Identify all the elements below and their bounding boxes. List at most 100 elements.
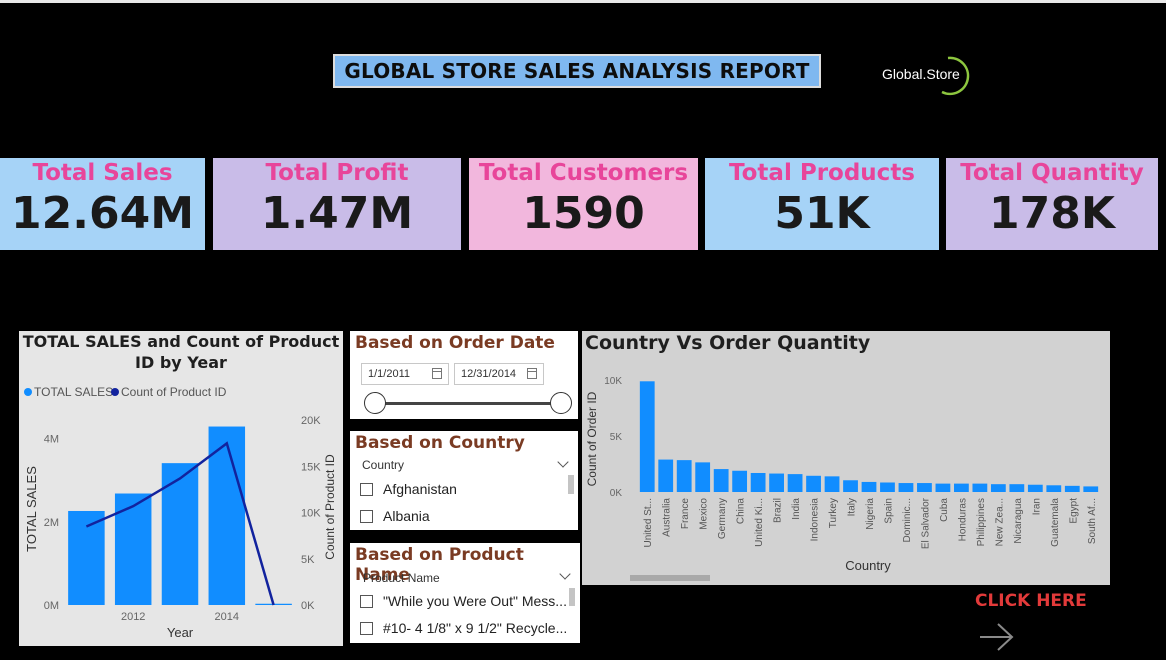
x-tick-label: Mexico [699, 498, 710, 530]
legend-label: TOTAL SALES [34, 385, 113, 399]
y-axis-title: Count of Order ID [585, 391, 599, 486]
x-tick-label: Australia [662, 498, 673, 537]
calendar-icon[interactable] [527, 368, 537, 379]
checkbox[interactable] [360, 482, 373, 496]
checkbox[interactable] [360, 509, 373, 523]
y-tick-label: 5K [610, 432, 623, 443]
bar-United Ki... [750, 472, 766, 492]
bar-Turkey [824, 476, 840, 492]
y-tick-label: 2M [44, 517, 59, 529]
kpi-card-total-profit: Total Profit 1.47M [213, 158, 461, 250]
product-name-slicer: Based on Product Name Product Name "Whil… [350, 543, 580, 643]
bar-Nigeria [861, 481, 877, 492]
x-axis-title: Country [845, 558, 891, 573]
logo-text: Global.Store [882, 66, 960, 82]
x-tick-label: Dominic... [902, 498, 913, 542]
x-tick-label: Iran [1031, 498, 1042, 515]
list-item[interactable]: Afghanistan [360, 481, 457, 497]
range-start-handle[interactable] [364, 392, 386, 414]
slicer-title: Based on Country [355, 433, 525, 453]
checkbox[interactable] [360, 594, 373, 608]
scrollbar[interactable] [569, 588, 575, 606]
bar-Australia [658, 459, 674, 492]
y2-tick-label: 10K [301, 508, 321, 520]
range-end-handle[interactable] [550, 392, 572, 414]
y-tick-label: 10K [604, 376, 622, 387]
product-option[interactable]: #10- 4 1/8" x 9 1/2" Recycle... [383, 620, 567, 636]
arrow-right-icon[interactable] [978, 620, 1016, 654]
country-dropdown-label[interactable]: Country [362, 458, 404, 472]
kpi-label: Total Products [729, 160, 915, 186]
bar-South Af... [1083, 486, 1099, 492]
country-chart-svg: 0K 5K 10K Count of Order ID United St... Aust… [585, 376, 1099, 573]
calendar-icon[interactable] [432, 368, 442, 379]
slicer-title: Based on Order Date [355, 333, 555, 353]
chevron-down-icon[interactable] [557, 456, 569, 468]
kpi-value: 12.64M [11, 188, 194, 239]
kpi-value: 51K [774, 188, 870, 239]
x-tick-label: Indonesia [810, 498, 821, 542]
product-option[interactable]: "While you Were Out" Mess... [383, 593, 567, 609]
y-axis-title: TOTAL SALES [24, 466, 39, 552]
bar-Egypt [1064, 485, 1080, 492]
bar-Indonesia [806, 475, 821, 492]
x-tick-label: Cuba [939, 498, 950, 522]
y-tick-label: 0M [44, 600, 59, 612]
y2-tick-label: 0K [301, 600, 315, 612]
click-here-button[interactable]: CLICK HERE [975, 591, 1087, 611]
x-tick-label: India [791, 498, 802, 520]
end-date-input[interactable]: 12/31/2014 [454, 363, 544, 385]
bar-United St... [639, 381, 655, 492]
x-tick-label: 2014 [215, 611, 239, 623]
bar-France [676, 460, 692, 492]
x-tick-label: Philippines [976, 498, 987, 546]
kpi-card-total-sales: Total Sales 12.64M [0, 158, 205, 250]
kpi-label: Total Profit [265, 160, 409, 186]
country-vs-order-quantity-chart[interactable]: Country Vs Order Quantity 0K 5K 10K Count o… [582, 331, 1110, 585]
country-slicer: Based on Country Country Afghanistan Alb… [350, 431, 578, 530]
x-tick-label: China [736, 498, 747, 525]
list-item[interactable]: Albania [360, 508, 430, 524]
bar-Mexico [695, 462, 711, 492]
y-tick-label: 4M [44, 434, 59, 446]
sales-by-year-chart[interactable]: TOTAL SALES and Count of Product ID by Y… [19, 331, 343, 646]
product-dropdown-label[interactable]: Product Name [363, 571, 440, 585]
x-tick-label: Turkey [828, 498, 839, 528]
x-tick-label: Honduras [957, 498, 968, 541]
kpi-value: 1590 [522, 188, 645, 239]
x-tick-label: Nigeria [865, 498, 876, 530]
window-top-bar [0, 0, 1166, 3]
x-tick-label: Italy [847, 498, 858, 516]
bar-total-sales-2013 [161, 463, 199, 605]
checkbox[interactable] [360, 621, 373, 635]
horizontal-scrollbar[interactable] [630, 575, 710, 581]
bar-Guatemala [1046, 485, 1062, 492]
list-item[interactable]: "While you Were Out" Mess... [360, 593, 567, 609]
x-tick-label: United Ki... [754, 498, 765, 547]
bar-Brazil [769, 473, 784, 492]
country-option[interactable]: Afghanistan [383, 481, 457, 497]
list-item[interactable]: #10- 4 1/8" x 9 1/2" Recycle... [360, 620, 567, 636]
kpi-value: 178K [989, 188, 1115, 239]
scrollbar[interactable] [568, 475, 574, 494]
x-tick-label: Guatemala [1050, 498, 1061, 547]
kpi-card-total-customers: Total Customers 1590 [469, 158, 698, 250]
kpi-label: Total Customers [478, 160, 689, 186]
bar-Italy [843, 480, 858, 492]
bar-El Salvador [917, 483, 932, 492]
kpi-label: Total Sales [32, 160, 173, 186]
x-tick-label: Egypt [1068, 498, 1079, 524]
legend-dot-total-sales [24, 388, 32, 396]
legend-label: Count of Product ID [121, 385, 227, 399]
order-date-slicer: Based on Order Date 1/1/2011 12/31/2014 [350, 331, 578, 419]
bar-Nicaragua [1009, 484, 1025, 492]
country-option[interactable]: Albania [383, 508, 430, 524]
x-tick-label: Germany [717, 498, 728, 539]
end-date-value: 12/31/2014 [461, 368, 517, 380]
start-date-input[interactable]: 1/1/2011 [361, 363, 449, 385]
bar-Germany [713, 469, 729, 492]
y2-tick-label: 15K [301, 461, 321, 473]
x-tick-label: France [680, 498, 691, 530]
bar-total-sales-2012 [114, 493, 152, 605]
bar-Cuba [935, 483, 951, 492]
